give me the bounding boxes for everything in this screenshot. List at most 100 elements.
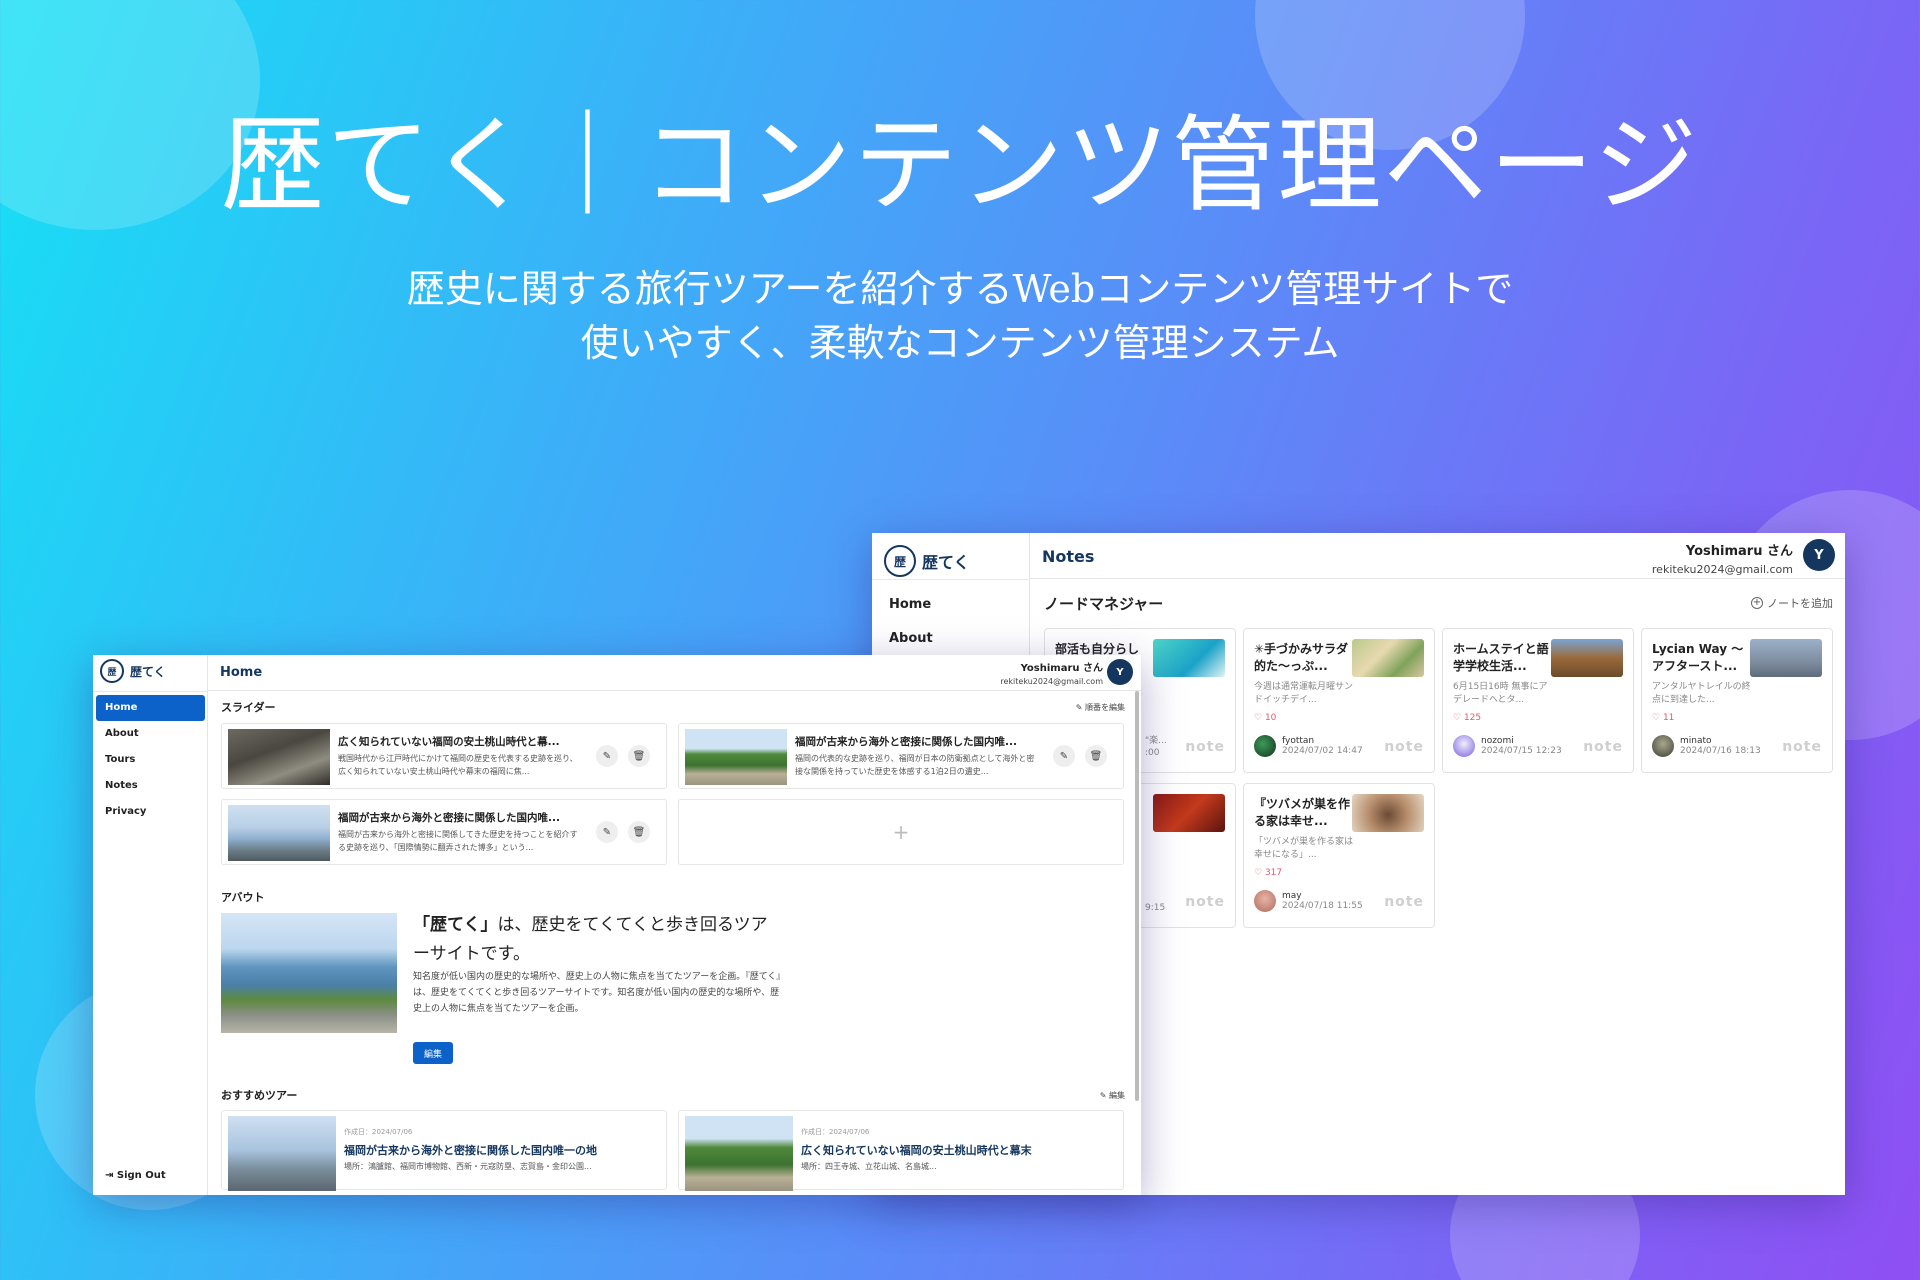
edit-icon: ✎ <box>602 826 612 838</box>
note-brand-logo: note <box>1384 739 1424 755</box>
slide-card[interactable]: 福岡が古来から海外と密接に関係した国内唯... 福岡が古来から海外と密接に関係し… <box>221 799 667 865</box>
logo-text: 歴てく <box>130 664 166 679</box>
note-likes: ♡ 11 <box>1652 713 1675 723</box>
note-card[interactable]: Lycian Way 〜アフタースト... アンタルヤトレイルの終点に到達した.… <box>1641 628 1833 773</box>
note-excerpt: アンタルヤトレイルの終点に到達した... <box>1652 682 1751 705</box>
add-note-button[interactable]: + ノートを追加 <box>1751 595 1833 611</box>
edit-tours-button[interactable]: ✎ 編集 <box>1100 1090 1125 1101</box>
note-author: minato 2024/07/16 18:13 <box>1652 735 1761 757</box>
tour-places: 場所：鴻臚館、福岡市博物館、西新・元寇防塁、志賀島・金印公園... <box>344 1162 592 1171</box>
note-excerpt: 今週は通常運転月曜サンドイッチデイ... <box>1254 682 1354 705</box>
plus-circle-icon: + <box>1751 597 1763 609</box>
author-name: fyottan <box>1282 736 1315 746</box>
reorder-label: 順番を編集 <box>1085 703 1125 712</box>
logo-text: 歴てく <box>922 553 970 572</box>
home-window: 歴 歴てく Home About Tours Notes Privacy ⇥ S… <box>93 655 1141 1195</box>
edit-icon: ✎ <box>602 750 612 762</box>
slide-description: 福岡が古来から海外と密接に関係してきた歴史を持つことを紹介する史跡を巡り、「国際… <box>338 830 578 852</box>
user-name: Yoshimaru さん <box>1020 663 1103 674</box>
avatar[interactable]: Y <box>1107 659 1133 685</box>
sidebar-nav: Home About Tours Notes Privacy <box>96 695 205 825</box>
note-author: fyottan 2024/07/02 14:47 <box>1254 735 1363 757</box>
about-image <box>221 913 397 1033</box>
reorder-button[interactable]: ✎ 順番を編集 <box>1076 702 1125 713</box>
delete-slide-button[interactable]: 🗑 <box>628 821 650 843</box>
hero-title: 歴てく｜コンテンツ管理ページ <box>220 104 1700 226</box>
note-title: ✳︎手づかみサラダ的た〜っぷ... <box>1254 642 1349 673</box>
sign-out-icon: ⇥ <box>105 1170 114 1181</box>
tour-places: 場所：四王寺城、立花山城、名島城... <box>801 1162 937 1171</box>
trash-icon: 🗑 <box>632 826 646 838</box>
slide-card[interactable]: 広く知られていない福岡の安土桃山時代と幕... 戦国時代から江戸時代にかけて福岡… <box>221 723 667 789</box>
slide-image <box>685 729 787 785</box>
note-thumbnail <box>1750 639 1822 677</box>
scrollbar[interactable] <box>1135 691 1139 1101</box>
edit-slide-button[interactable]: ✎ <box>596 821 618 843</box>
note-excerpt: 6月15日16時 無事にアデレードへとタ... <box>1453 682 1548 705</box>
user-name: Yoshimaru さん <box>1685 544 1793 559</box>
sidebar-nav: Home About <box>872 588 1029 656</box>
note-likes: ♡ 10 <box>1254 713 1277 723</box>
user-email: rekiteku2024@gmail.com <box>1651 563 1793 576</box>
about-lead: 「歴てく」は、歴史をてくてくと歩き回るツアーサイトです。 <box>413 911 773 969</box>
edit-icon: ✎ <box>1075 703 1083 712</box>
sidebar-item-home[interactable]: Home <box>872 588 1029 622</box>
delete-slide-button[interactable]: 🗑 <box>628 745 650 767</box>
add-slide-button[interactable]: + <box>678 799 1124 865</box>
tour-card[interactable]: 作成日：2024/07/06 広く知られていない福岡の安土桃山時代と幕末 場所：… <box>678 1110 1124 1191</box>
note-date: 2024/07/16 18:13 <box>1680 746 1761 756</box>
note-brand-logo: note <box>1782 739 1822 755</box>
slide-image <box>228 805 330 861</box>
sidebar-item-home[interactable]: Home <box>96 695 205 721</box>
author-avatar <box>1254 735 1276 757</box>
sidebar-item-tours[interactable]: Tours <box>96 747 205 773</box>
about-lead-brand: 「歴てく」 <box>413 915 498 935</box>
divider <box>872 579 1030 580</box>
page-title: Notes <box>1042 547 1095 566</box>
edit-about-button[interactable]: 編集 <box>413 1042 453 1064</box>
note-brand-logo: note <box>1583 739 1623 755</box>
sidebar: 歴 歴てく Home About Tours Notes Privacy ⇥ S… <box>93 655 208 1195</box>
author-name: minato <box>1680 736 1712 746</box>
author-avatar <box>1652 735 1674 757</box>
note-card[interactable]: ホームステイと語学学校生活... 6月15日16時 無事にアデレードへとタ...… <box>1442 628 1634 773</box>
slider-section-title: スライダー <box>221 701 276 714</box>
note-card[interactable]: ✳︎手づかみサラダ的た〜っぷ... 今週は通常運転月曜サンドイッチデイ... ♡… <box>1243 628 1435 773</box>
sidebar-item-notes[interactable]: Notes <box>96 773 205 799</box>
avatar[interactable]: Y <box>1803 539 1835 571</box>
note-card[interactable]: 『ツバメが巣を作る家は幸せ... 「ツバメが巣を作る家は幸せになる」... ♡ … <box>1243 783 1435 928</box>
note-likes: ♡ 317 <box>1254 868 1283 878</box>
author-avatar <box>1254 890 1276 912</box>
note-thumbnail <box>1352 794 1424 832</box>
slide-card[interactable]: 福岡が古来から海外と密接に関係した国内唯... 福岡の代表的な史跡を巡り、福岡が… <box>678 723 1124 789</box>
tour-created-date: 作成日：2024/07/06 <box>801 1128 870 1136</box>
likes-count: 10 <box>1264 713 1277 723</box>
delete-slide-button[interactable]: 🗑 <box>1085 745 1107 767</box>
note-brand-logo: note <box>1185 894 1225 910</box>
sidebar-item-about[interactable]: About <box>96 721 205 747</box>
tour-title[interactable]: 福岡が古来から海外と密接に関係した国内唯一の地 <box>344 1142 597 1158</box>
note-thumbnail <box>1551 639 1623 677</box>
sign-out-button[interactable]: ⇥ Sign Out <box>105 1170 166 1181</box>
tour-title[interactable]: 広く知られていない福岡の安土桃山時代と幕末 <box>801 1142 1032 1158</box>
about-section-title: アバウト <box>221 891 265 904</box>
logo[interactable]: 歴 歴てく <box>100 659 166 683</box>
edit-slide-button[interactable]: ✎ <box>1053 745 1075 767</box>
user-info: Yoshimaru さん rekiteku2024@gmail.com <box>1000 659 1103 686</box>
sidebar-item-about[interactable]: About <box>872 622 1029 656</box>
topbar: Home Yoshimaru さん rekiteku2024@gmail.com… <box>208 655 1141 691</box>
note-brand-logo: note <box>1185 739 1225 755</box>
logo[interactable]: 歴 歴てく <box>884 541 970 581</box>
about-body: 知名度が低い国内の歴史的な場所や、歴史上の人物に焦点を当てたツアーを企画。『歴て… <box>413 972 781 1014</box>
sidebar-item-privacy[interactable]: Privacy <box>96 799 205 825</box>
tour-card[interactable]: 作成日：2024/07/06 福岡が古来から海外と密接に関係した国内唯一の地 場… <box>221 1110 667 1191</box>
edit-slide-button[interactable]: ✎ <box>596 745 618 767</box>
edit-tours-label: 編集 <box>1109 1091 1125 1100</box>
edit-icon: ✎ <box>1099 1091 1107 1100</box>
slide-description: 福岡の代表的な史跡を巡り、福岡が日本の防衛拠点として海外と密接な関係を持っていた… <box>795 754 1035 776</box>
note-likes: ♡ 125 <box>1453 713 1482 723</box>
sign-out-label: Sign Out <box>116 1170 166 1181</box>
note-author: may 2024/07/18 11:55 <box>1254 890 1363 912</box>
add-note-label: ノートを追加 <box>1767 597 1833 610</box>
slide-title: 福岡が古来から海外と密接に関係した国内唯... <box>338 812 560 824</box>
